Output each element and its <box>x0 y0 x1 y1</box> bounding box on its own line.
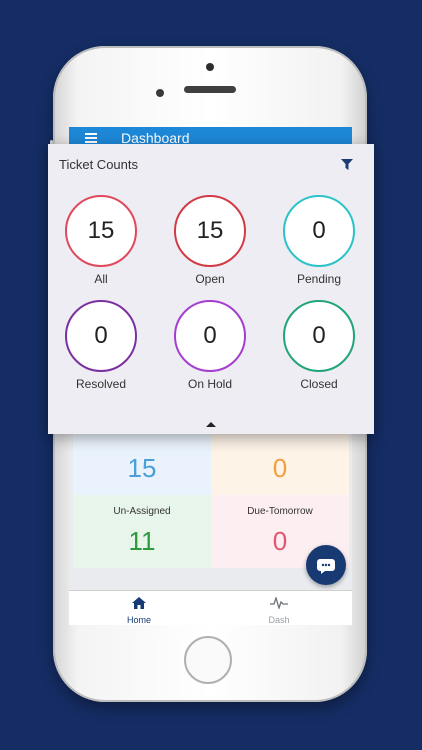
count-circle-on-hold[interactable]: 0 <box>174 300 246 372</box>
count-label: Open <box>195 272 225 286</box>
count-circle-resolved[interactable]: 0 <box>65 300 137 372</box>
stat-label: Un-Assigned <box>113 506 171 517</box>
nav-home-label: Home <box>126 615 151 625</box>
count-circle-all[interactable]: 15 <box>65 195 137 267</box>
home-icon <box>132 597 146 609</box>
stat-value: 15 <box>127 453 157 483</box>
activity-icon <box>270 595 288 611</box>
phone-speaker <box>184 86 236 93</box>
phone-camera <box>156 89 164 97</box>
nav-item-home[interactable]: Home <box>69 591 209 625</box>
ticket-counts-popup: Ticket Counts 15 All 15 Open 0 Pending 0… <box>48 144 374 434</box>
hamburger-menu-icon[interactable] <box>85 133 97 143</box>
count-circle-pending[interactable]: 0 <box>283 195 355 267</box>
chat-bubble-icon <box>317 559 335 574</box>
count-label: Closed <box>300 377 338 391</box>
phone-sensor <box>206 63 214 71</box>
stat-value: 0 <box>272 453 288 483</box>
popup-title: Ticket Counts <box>59 157 138 172</box>
nav-item-dash[interactable]: Dash <box>209 591 349 625</box>
count-label: On Hold <box>187 377 233 391</box>
count-circle-open[interactable]: 15 <box>174 195 246 267</box>
chat-button[interactable] <box>306 545 346 585</box>
count-label: All <box>94 272 108 286</box>
count-label: Pending <box>296 272 342 286</box>
count-circle-closed[interactable]: 0 <box>283 300 355 372</box>
filter-icon[interactable] <box>341 159 353 170</box>
stat-value: 11 <box>128 526 156 556</box>
nav-dash-label: Dash <box>268 615 290 625</box>
bottom-nav: Home Dash <box>69 591 352 625</box>
stat-card-un-assigned[interactable]: Un-Assigned 11 <box>73 495 211 568</box>
phone-home-button <box>184 636 232 684</box>
count-label: Resolved <box>75 377 127 391</box>
collapse-caret-icon[interactable] <box>206 422 216 427</box>
stat-label: Due-Tomorrow <box>247 506 313 517</box>
